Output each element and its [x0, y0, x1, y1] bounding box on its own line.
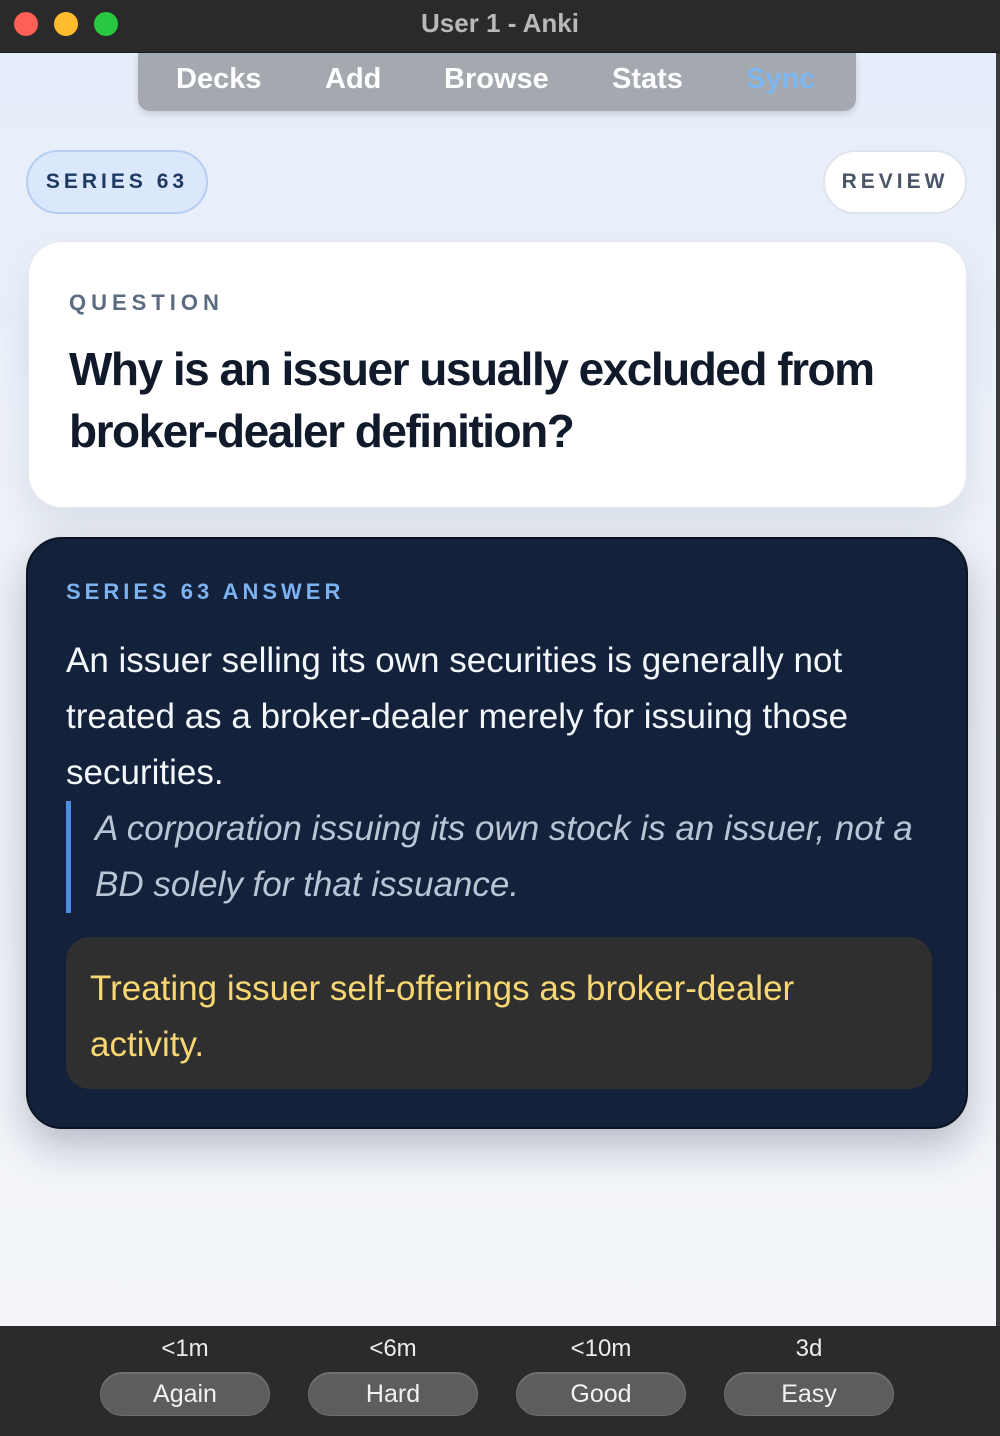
toolbar-sync-link[interactable]: Sync [746, 63, 815, 96]
ease-again-column: <1m Again [100, 1326, 270, 1416]
window-title: User 1 - Anki [421, 8, 579, 38]
answer-text: An issuer selling its own securities is … [66, 641, 849, 792]
easy-interval: 3d [795, 1335, 823, 1362]
question-text: Why is an issuer usually excluded from b… [69, 343, 875, 457]
question-label: QUESTION [69, 290, 224, 315]
toolbar-add-link[interactable]: Add [325, 63, 381, 96]
toolbar-browse-link[interactable]: Browse [444, 63, 549, 96]
review-screen: Decks Add Browse Stats Sync SERIES 63 RE… [0, 53, 996, 1326]
toolbar-stats-link[interactable]: Stats [612, 63, 683, 96]
window-edge [996, 53, 1000, 1326]
answer-buttons-bar: <1m Again <6m Hard <10m Good 3d Easy [0, 1326, 1000, 1436]
easy-button[interactable]: Easy [724, 1372, 894, 1416]
answer-label: SERIES 63 ANSWER [66, 579, 345, 604]
again-interval: <1m [161, 1335, 209, 1362]
mode-badge: REVIEW [823, 150, 967, 214]
answer-example-quote: A corporation issuing its own stock is a… [66, 801, 926, 913]
ease-hard-column: <6m Hard [308, 1326, 478, 1416]
answer-card: SERIES 63 ANSWER An issuer selling its o… [26, 537, 968, 1129]
toolbar-decks-link[interactable]: Decks [176, 63, 261, 96]
good-interval: <10m [570, 1335, 632, 1362]
ease-easy-column: 3d Easy [724, 1326, 894, 1416]
answer-pitfall-note: Treating issuer self-offerings as broker… [66, 937, 932, 1089]
deck-badge: SERIES 63 [26, 150, 208, 214]
top-toolbar: Decks Add Browse Stats Sync [138, 53, 856, 111]
again-button[interactable]: Again [100, 1372, 270, 1416]
good-button[interactable]: Good [516, 1372, 686, 1416]
title-bar: User 1 - Anki [0, 0, 1000, 53]
question-card: QUESTION Why is an issuer usually exclud… [28, 241, 967, 508]
hard-interval: <6m [369, 1335, 417, 1362]
hard-button[interactable]: Hard [308, 1372, 478, 1416]
ease-good-column: <10m Good [516, 1326, 686, 1416]
